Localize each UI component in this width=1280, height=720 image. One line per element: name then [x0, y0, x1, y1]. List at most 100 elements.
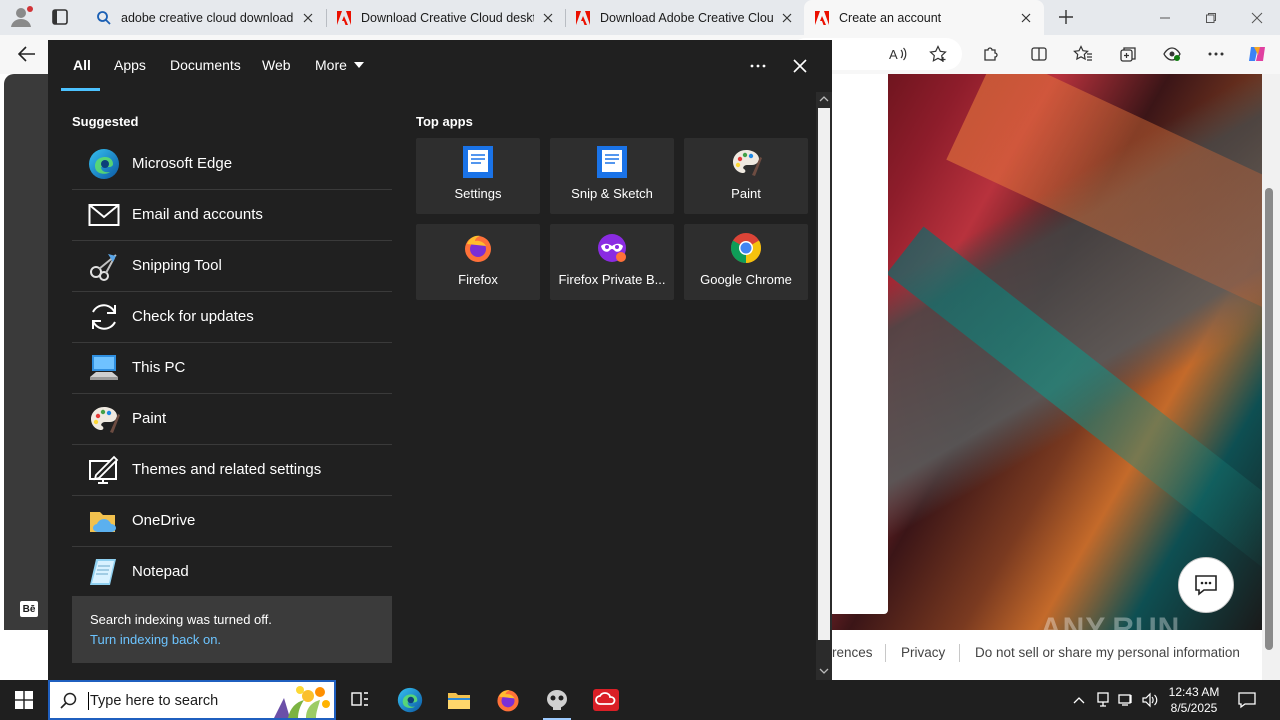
top-app-paint[interactable]: Paint: [684, 138, 808, 214]
footer-link-privacy[interactable]: Privacy: [901, 645, 945, 660]
suggested-item-notepad[interactable]: Notepad: [72, 546, 392, 597]
top-app-label: Snip & Sketch: [571, 186, 653, 201]
suggested-item-microsoft-edge[interactable]: Microsoft Edge: [72, 138, 392, 189]
top-app-label: Google Chrome: [700, 272, 792, 287]
tab-close-icon[interactable]: [779, 10, 795, 26]
read-aloud-icon[interactable]: A: [887, 43, 909, 65]
show-hidden-icons-chevron-up-icon[interactable]: [1069, 690, 1089, 710]
close-icon[interactable]: [788, 54, 812, 78]
split-screen-icon[interactable]: [1028, 43, 1050, 65]
svg-text:A: A: [889, 47, 898, 62]
tab-close-icon[interactable]: [300, 10, 316, 26]
restore-icon[interactable]: [1188, 0, 1234, 35]
firefox-private-icon: [596, 232, 628, 264]
tab-close-icon[interactable]: [1018, 10, 1034, 26]
taskbar-edge-icon[interactable]: [386, 680, 434, 720]
paint-palette-icon: [730, 146, 762, 178]
top-apps-heading: Top apps: [416, 114, 473, 129]
tab-title: Create an account: [839, 10, 942, 25]
tab-apps[interactable]: Apps: [114, 57, 146, 73]
pen-monitor-icon: [86, 452, 122, 488]
browser-tab[interactable]: Download Adobe Creative Cloud: [565, 0, 805, 35]
signup-card: [832, 74, 888, 614]
taskbar-search-box[interactable]: Type here to search: [48, 680, 336, 720]
tab-documents[interactable]: Documents: [170, 57, 241, 73]
taskbar-firefox-icon[interactable]: [484, 680, 532, 720]
suggested-item-label: Paint: [132, 410, 167, 427]
windows-start-icon[interactable]: [0, 680, 48, 720]
notification-center-icon[interactable]: [1234, 688, 1260, 712]
volume-icon[interactable]: [1140, 690, 1160, 710]
suggested-item-snipping-tool[interactable]: Snipping Tool: [72, 240, 392, 291]
panel-scrollbar-thumb[interactable]: [818, 108, 830, 640]
top-app-firefox[interactable]: Firefox: [416, 224, 540, 300]
scroll-up-arrow-icon[interactable]: [818, 92, 830, 106]
chat-bubble-icon[interactable]: [1178, 557, 1234, 613]
task-view-icon[interactable]: [336, 680, 384, 720]
taskbar-clock[interactable]: 12:43 AM 8/5/2025: [1166, 684, 1222, 716]
document-blue-icon: [462, 146, 494, 178]
watermark: ANY.RUN: [1040, 612, 1181, 645]
taskbar: Type here to search 12:43 AM 8/5/2025: [0, 680, 1280, 720]
tab-more[interactable]: More: [315, 57, 364, 73]
page-scrollbar-thumb[interactable]: [1265, 188, 1273, 650]
behance-badge[interactable]: Bē: [20, 601, 38, 617]
plus-icon[interactable]: [1055, 6, 1077, 28]
top-app-firefox-private-browsing[interactable]: Firefox Private B...: [550, 224, 674, 300]
suggested-item-label: Notepad: [132, 563, 189, 580]
taskbar-app-skull-icon[interactable]: [533, 680, 581, 720]
more-options-icon[interactable]: [1205, 43, 1227, 65]
back-arrow-icon[interactable]: [16, 43, 38, 65]
top-app-settings[interactable]: Settings: [416, 138, 540, 214]
suggested-item-email-and-accounts[interactable]: Email and accounts: [72, 189, 392, 240]
network-icon[interactable]: [1116, 690, 1136, 710]
collections-icon[interactable]: [1117, 43, 1139, 65]
page-left-panel: [4, 74, 48, 630]
selected-tab-indicator: [61, 88, 100, 91]
tab-all[interactable]: All: [73, 57, 91, 73]
computer-icon: [86, 350, 122, 386]
suggested-item-check-for-updates[interactable]: Check for updates: [72, 291, 392, 342]
file-explorer-icon[interactable]: [435, 680, 483, 720]
top-app-label: Paint: [731, 186, 761, 201]
refresh-icon: [86, 299, 122, 335]
suggested-item-onedrive[interactable]: OneDrive: [72, 495, 392, 546]
tab-web[interactable]: Web: [262, 57, 291, 73]
tab-close-icon[interactable]: [540, 10, 556, 26]
indexing-notice-message: Search indexing was turned off.: [90, 612, 272, 627]
favorites-icon[interactable]: [1072, 43, 1094, 65]
chevron-down-icon: [353, 62, 364, 68]
footer-link-do-not-sell[interactable]: Do not sell or share my personal informa…: [975, 645, 1240, 660]
suggested-item-themes-and-related-settings[interactable]: Themes and related settings: [72, 444, 392, 495]
tab-title: Download Adobe Creative Cloud: [600, 10, 773, 25]
suggested-item-label: Email and accounts: [132, 206, 263, 223]
close-window-icon[interactable]: [1234, 0, 1280, 35]
taskbar-creative-cloud-icon[interactable]: [582, 680, 630, 720]
clock-time: 12:43 AM: [1168, 685, 1220, 699]
onedrive-folder-icon: [86, 503, 122, 539]
suggested-item-this-pc[interactable]: This PC: [72, 342, 392, 393]
favorite-star-icon[interactable]: [927, 43, 949, 65]
browser-tab[interactable]: Download Creative Cloud desktop: [326, 0, 566, 35]
tab-actions-icon[interactable]: [49, 7, 71, 27]
browser-tab[interactable]: adobe creative cloud download -: [86, 0, 326, 35]
minimize-icon[interactable]: [1142, 0, 1188, 35]
notepad-icon: [86, 554, 122, 590]
more-options-icon[interactable]: [746, 54, 770, 78]
profile-avatar-icon[interactable]: [8, 5, 34, 29]
hero-image: [832, 74, 1262, 630]
browser-essentials-icon[interactable]: [1161, 43, 1183, 65]
footer-link[interactable]: rences: [832, 645, 873, 660]
top-app-snip-and-sketch[interactable]: Snip & Sketch: [550, 138, 674, 214]
extensions-icon[interactable]: [980, 43, 1002, 65]
top-app-label: Firefox: [458, 272, 498, 287]
suggested-item-label: This PC: [132, 359, 186, 376]
document-blue-icon: [596, 146, 628, 178]
suggested-item-paint[interactable]: Paint: [72, 393, 392, 444]
top-app-google-chrome[interactable]: Google Chrome: [684, 224, 808, 300]
copilot-icon[interactable]: [1246, 43, 1268, 65]
scroll-down-arrow-icon[interactable]: [818, 664, 830, 678]
browser-tab-active[interactable]: Create an account: [804, 0, 1044, 35]
turn-indexing-on-link[interactable]: Turn indexing back on.: [90, 632, 221, 647]
device-icon[interactable]: [1093, 690, 1113, 710]
